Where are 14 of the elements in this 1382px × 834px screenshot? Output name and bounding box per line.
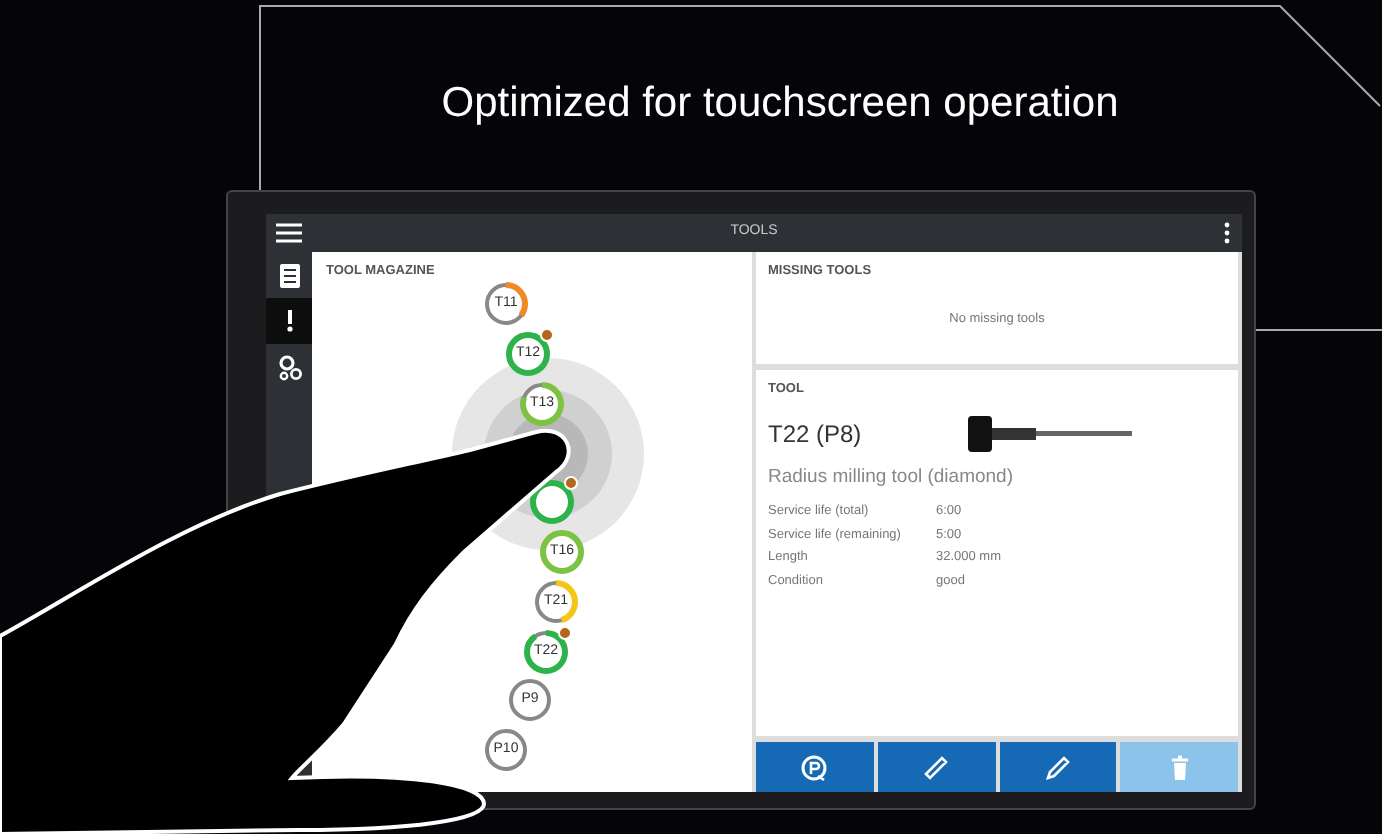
list-icon — [277, 261, 301, 289]
action-button[interactable] — [756, 742, 874, 792]
ruler-icon — [922, 753, 951, 781]
pencil-icon — [1043, 753, 1072, 781]
more-icon[interactable] — [1224, 222, 1230, 244]
reset-icon — [800, 753, 829, 781]
gears-icon — [277, 353, 301, 381]
action-button[interactable] — [999, 742, 1117, 792]
sidebar-item[interactable] — [266, 298, 312, 344]
tool-description: Radius milling tool (diamond) — [768, 463, 1015, 492]
menu-icon[interactable] — [276, 222, 302, 244]
tool-name: T22 (P8) — [768, 417, 864, 452]
action-button[interactable] — [877, 742, 995, 792]
headline: Optimized for touchscreen operation — [441, 80, 1119, 126]
